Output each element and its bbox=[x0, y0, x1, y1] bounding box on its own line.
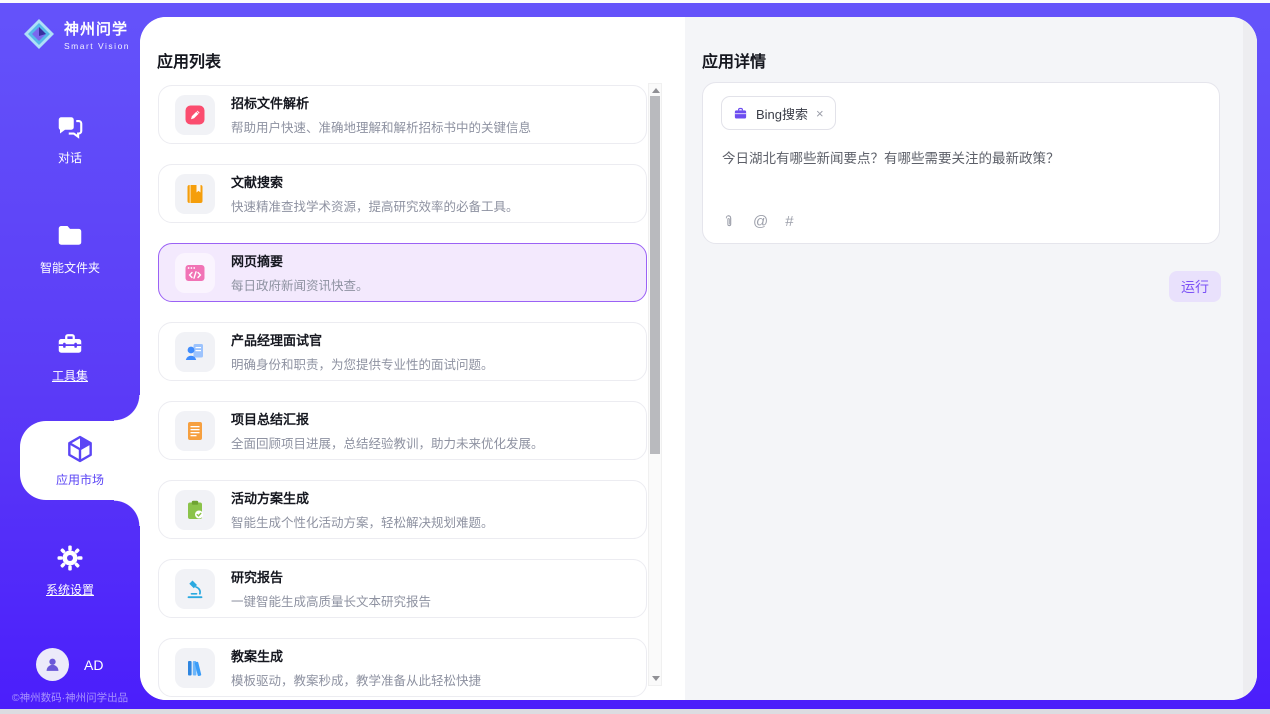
app-name: 活动方案生成 bbox=[231, 488, 494, 507]
prompt-input-card: Bing搜索 × 今日湖北有哪些新闻要点？有哪些需要关注的最新政策？ @ # bbox=[702, 82, 1220, 244]
bid-document-icon bbox=[175, 95, 215, 135]
folder-icon bbox=[55, 221, 85, 251]
app-desc: 明确身份和职责，为您提供专业性的面试问题。 bbox=[231, 354, 494, 373]
scrollbar-thumb[interactable] bbox=[650, 96, 660, 454]
app-desc: 模板驱动，教案秒成，教学准备从此轻松快捷 bbox=[231, 670, 481, 689]
sidebar-item-chat[interactable]: 对话 bbox=[0, 111, 140, 166]
brand-logo: 神州问学 Smart Vision bbox=[21, 16, 130, 52]
app-name: 研究报告 bbox=[231, 567, 431, 586]
toolbox-icon bbox=[55, 329, 85, 359]
gear-icon bbox=[55, 543, 85, 573]
scroll-down-arrow-icon[interactable] bbox=[652, 676, 660, 681]
copyright-text: ©神州数码·神州问学出品 bbox=[0, 690, 140, 705]
chip-close-icon[interactable]: × bbox=[816, 107, 824, 120]
user-account[interactable]: AD bbox=[36, 648, 103, 681]
app-list-scrollbar[interactable] bbox=[648, 83, 662, 686]
app-card-pm-interviewer[interactable]: 产品经理面试官 明确身份和职责，为您提供专业性的面试问题。 bbox=[158, 322, 647, 381]
app-list-panel: 应用列表 招标文件解析 帮助用户快速、准确地理解和解析招标书中的关键信息 bbox=[140, 17, 685, 700]
web-summary-icon bbox=[175, 253, 215, 293]
chat-icon bbox=[55, 111, 85, 141]
tool-chip-label: Bing搜索 bbox=[756, 104, 808, 123]
query-textarea[interactable]: 今日湖北有哪些新闻要点？有哪些需要关注的最新政策？ bbox=[722, 149, 1200, 169]
sidebar-item-label: 对话 bbox=[58, 149, 82, 166]
app-card-activity-plan[interactable]: 活动方案生成 智能生成个性化活动方案，轻松解决规划难题。 bbox=[158, 480, 647, 539]
app-detail-panel: 应用详情 Bing搜索 × 今日湖北有哪些新闻要点？有哪些需要关注的最新政策？ bbox=[685, 17, 1257, 700]
user-initials: AD bbox=[84, 657, 103, 673]
sidebar-item-label: 系统设置 bbox=[46, 581, 94, 598]
app-card-bid-document-parse[interactable]: 招标文件解析 帮助用户快速、准确地理解和解析招标书中的关键信息 bbox=[158, 85, 647, 144]
app-list-title: 应用列表 bbox=[157, 48, 221, 72]
app-name: 教案生成 bbox=[231, 646, 481, 665]
literature-book-icon bbox=[175, 174, 215, 214]
paperclip-icon[interactable] bbox=[721, 213, 736, 230]
attachment-toolbar: @ # bbox=[721, 213, 794, 230]
app-card-lesson-plan[interactable]: 教案生成 模板驱动，教案秒成，教学准备从此轻松快捷 bbox=[158, 638, 647, 697]
cube-icon bbox=[64, 433, 96, 465]
app-name: 网页摘要 bbox=[231, 251, 369, 270]
sidebar-item-label: 工具集 bbox=[52, 367, 88, 384]
sidebar-item-label: 应用市场 bbox=[56, 471, 104, 488]
scroll-up-arrow-icon[interactable] bbox=[652, 88, 660, 93]
microscope-icon bbox=[175, 569, 215, 609]
avatar bbox=[36, 648, 69, 681]
app-detail-title: 应用详情 bbox=[702, 48, 766, 72]
app-desc: 帮助用户快速、准确地理解和解析招标书中的关键信息 bbox=[231, 117, 531, 136]
main-content: 应用列表 招标文件解析 帮助用户快速、准确地理解和解析招标书中的关键信息 bbox=[140, 17, 1257, 700]
interviewer-icon bbox=[175, 332, 215, 372]
sidebar-item-label: 智能文件夹 bbox=[40, 259, 100, 276]
brand-diamond-icon bbox=[21, 16, 57, 52]
app-desc: 全面回顾项目进展，总结经验教训，助力未来优化发展。 bbox=[231, 433, 544, 452]
tool-chip-bing-search[interactable]: Bing搜索 × bbox=[721, 96, 836, 130]
app-cards: 招标文件解析 帮助用户快速、准确地理解和解析招标书中的关键信息 文献搜索 快速精… bbox=[158, 85, 647, 700]
app-card-web-summary[interactable]: 网页摘要 每日政府新闻资讯快查。 bbox=[158, 243, 647, 302]
sidebar-item-smart-folder[interactable]: 智能文件夹 bbox=[0, 221, 140, 276]
books-icon bbox=[175, 648, 215, 688]
run-button[interactable]: 运行 bbox=[1169, 271, 1221, 302]
app-card-project-summary[interactable]: 项目总结汇报 全面回顾项目进展，总结经验教训，助力未来优化发展。 bbox=[158, 401, 647, 460]
sidebar-item-app-market[interactable]: 应用市场 bbox=[20, 421, 140, 500]
mention-at-icon[interactable]: @ bbox=[753, 213, 768, 230]
sidebar-item-toolset[interactable]: 工具集 bbox=[0, 329, 140, 384]
briefcase-icon bbox=[733, 106, 748, 121]
report-document-icon bbox=[175, 411, 215, 451]
app-name: 项目总结汇报 bbox=[231, 409, 544, 428]
brand-tagline: Smart Vision bbox=[64, 41, 130, 51]
app-name: 招标文件解析 bbox=[231, 93, 531, 112]
sidebar-item-settings[interactable]: 系统设置 bbox=[0, 543, 140, 598]
clipboard-check-icon bbox=[175, 490, 215, 530]
bottom-strip bbox=[0, 709, 1270, 714]
app-desc: 一键智能生成高质量长文本研究报告 bbox=[231, 591, 431, 610]
brand-name: 神州问学 bbox=[64, 18, 130, 39]
sidebar: 神州问学 Smart Vision 对话 智能文件夹 bbox=[0, 3, 140, 709]
app-name: 文献搜索 bbox=[231, 172, 519, 191]
app-desc: 快速精准查找学术资源，提高研究效率的必备工具。 bbox=[231, 196, 519, 215]
hashtag-icon[interactable]: # bbox=[785, 213, 793, 230]
app-desc: 智能生成个性化活动方案，轻松解决规划难题。 bbox=[231, 512, 494, 531]
app-name: 产品经理面试官 bbox=[231, 330, 494, 349]
app-card-literature-search[interactable]: 文献搜索 快速精准查找学术资源，提高研究效率的必备工具。 bbox=[158, 164, 647, 223]
app-desc: 每日政府新闻资讯快查。 bbox=[231, 275, 369, 294]
app-card-research-report[interactable]: 研究报告 一键智能生成高质量长文本研究报告 bbox=[158, 559, 647, 618]
detail-scroll-gutter bbox=[1243, 17, 1257, 700]
